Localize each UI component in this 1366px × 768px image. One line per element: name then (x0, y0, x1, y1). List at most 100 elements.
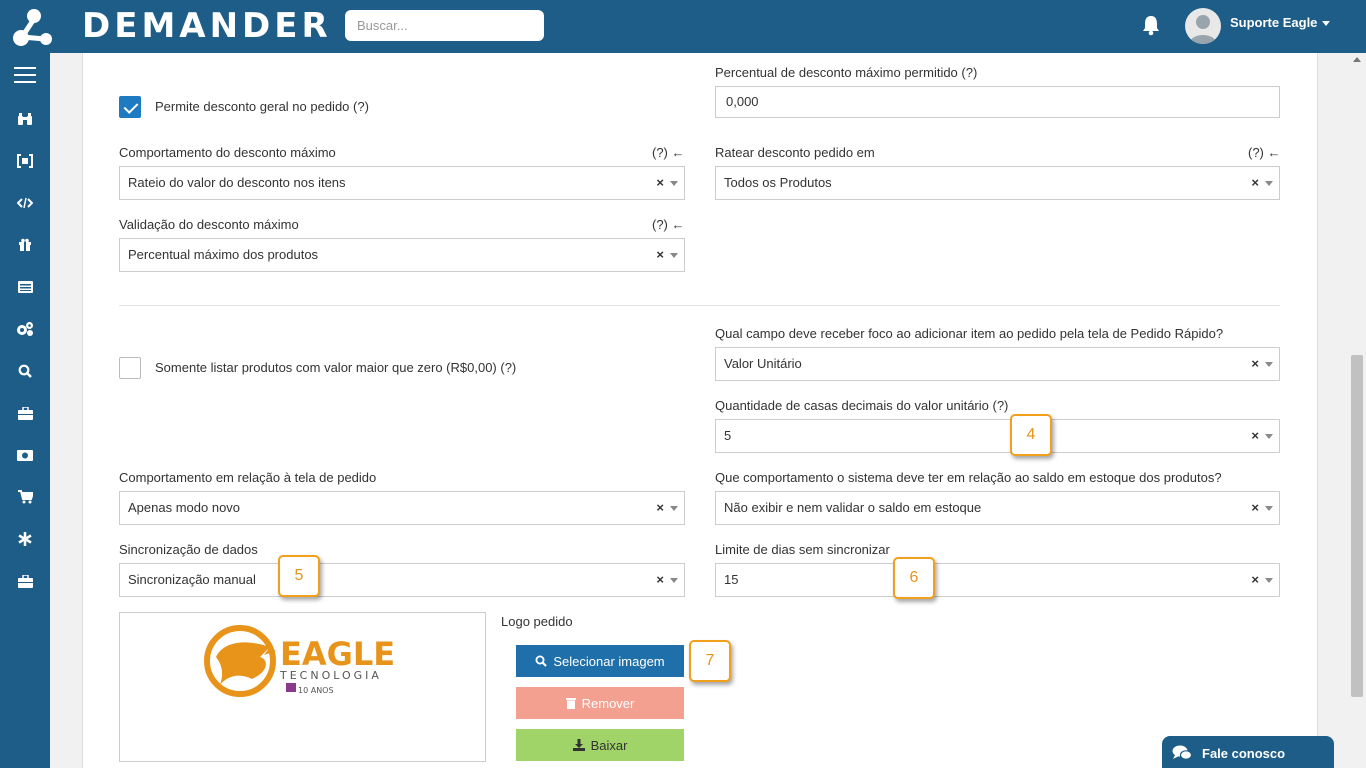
annotation-badge-5: 5 (278, 555, 320, 597)
chevron-down-icon[interactable] (670, 253, 678, 258)
estoque-select[interactable]: Não exibir e nem validar o saldo em esto… (715, 491, 1280, 525)
section-divider (119, 305, 1280, 306)
brackets-icon[interactable] (0, 143, 50, 179)
comportamento-value: Rateio do valor do desconto nos itens (128, 175, 346, 190)
sincronizacao-select[interactable]: Sincronização manual × (119, 563, 685, 597)
sincronizacao-label: Sincronização de dados (119, 542, 258, 557)
clear-icon[interactable]: × (656, 492, 664, 524)
download-image-button[interactable]: Baixar (516, 729, 684, 761)
clear-icon[interactable]: × (1251, 420, 1259, 452)
percentual-label: Percentual de desconto máximo permitido … (715, 65, 978, 80)
foco-value: Valor Unitário (724, 356, 802, 371)
validacao-value: Percentual máximo dos produtos (128, 247, 319, 262)
foco-select[interactable]: Valor Unitário × (715, 347, 1280, 381)
brand-logo[interactable]: DEMANDER (82, 7, 332, 45)
desconto-geral-label: Permite desconto geral no pedido (?) (155, 99, 369, 114)
select-image-label: Selecionar imagem (553, 653, 665, 669)
annotation-badge-6: 6 (893, 557, 935, 599)
annotation-badge-7: 7 (689, 640, 731, 682)
clear-icon[interactable]: × (1251, 348, 1259, 380)
search-icon[interactable] (0, 353, 50, 389)
chevron-down-icon[interactable] (1265, 181, 1273, 186)
clear-icon[interactable]: × (656, 167, 664, 199)
logo-anniversary: 10 ANOS (298, 686, 334, 695)
search-input[interactable] (345, 10, 544, 41)
code-icon[interactable] (0, 185, 50, 221)
hamburger-menu-icon[interactable] (0, 57, 50, 93)
percentual-input[interactable]: 0,000 (715, 86, 1280, 118)
tela-pedido-label: Comportamento em relação à tela de pedid… (119, 470, 377, 485)
binoculars-icon[interactable] (0, 101, 50, 137)
annotation-badge-4: 4 (1010, 414, 1052, 456)
ratear-help[interactable]: (?) ← (1248, 145, 1281, 160)
logo-preview: EAGLE TECNOLOGIA 10 ANOS (119, 612, 486, 762)
chevron-down-icon[interactable] (1265, 434, 1273, 439)
chat-label: Fale conosco (1202, 745, 1286, 761)
briefcase-icon[interactable] (0, 395, 50, 431)
trash-icon (565, 698, 576, 709)
remove-image-label: Remover (581, 695, 635, 711)
money-icon[interactable] (0, 437, 50, 473)
comportamento-help[interactable]: (?) ← (652, 145, 685, 160)
limite-dias-label: Limite de dias sem sincronizar (715, 542, 890, 557)
comportamento-select[interactable]: Rateio do valor do desconto nos itens × (119, 166, 685, 200)
estoque-value: Não exibir e nem validar o saldo em esto… (724, 500, 982, 515)
chevron-down-icon[interactable] (1322, 21, 1330, 26)
casas-decimais-select[interactable]: 5 × (715, 419, 1280, 453)
limite-dias-value: 15 (724, 572, 739, 587)
validacao-select[interactable]: Percentual máximo dos produtos × (119, 238, 685, 272)
foco-label: Qual campo deve receber foco ao adiciona… (715, 326, 1224, 341)
download-image-label: Baixar (590, 737, 628, 753)
chat-bubbles-icon (1172, 745, 1192, 760)
scroll-up-icon[interactable] (1353, 57, 1361, 62)
shopping-cart-icon[interactable] (0, 479, 50, 515)
logo-pedido-label: Logo pedido (501, 614, 573, 629)
chevron-down-icon[interactable] (1265, 362, 1273, 367)
avatar[interactable] (1185, 8, 1221, 44)
chevron-down-icon[interactable] (670, 578, 678, 583)
user-menu-name[interactable]: Suporte Eagle (1230, 15, 1317, 30)
clear-icon[interactable]: × (1251, 492, 1259, 524)
download-icon (572, 739, 585, 751)
briefcase-icon[interactable] (0, 563, 50, 599)
chat-widget-button[interactable]: Fale conosco (1162, 736, 1334, 768)
ratear-label: Ratear desconto pedido em (715, 145, 875, 160)
clear-icon[interactable]: × (656, 239, 664, 271)
scrollbar[interactable] (1348, 53, 1366, 768)
casas-decimais-value: 5 (724, 428, 732, 443)
chevron-down-icon[interactable] (1265, 506, 1273, 511)
bell-icon[interactable] (1140, 14, 1162, 36)
gift-icon[interactable] (0, 227, 50, 263)
scrollbar-thumb[interactable] (1351, 355, 1363, 697)
clear-icon[interactable]: × (1251, 167, 1259, 199)
search-icon (535, 655, 548, 667)
gears-icon[interactable] (0, 311, 50, 347)
chevron-down-icon[interactable] (670, 506, 678, 511)
logo-title: EAGLE (280, 635, 395, 673)
remove-image-button[interactable]: Remover (516, 687, 684, 719)
list-icon[interactable] (0, 269, 50, 305)
top-header: DEMANDER Suporte Eagle (0, 0, 1366, 53)
chevron-down-icon[interactable] (670, 181, 678, 186)
logo-subtitle: TECNOLOGIA (279, 669, 382, 682)
somente-listar-checkbox[interactable] (119, 357, 141, 379)
chevron-down-icon[interactable] (1265, 578, 1273, 583)
somente-listar-label: Somente listar produtos com valor maior … (155, 360, 517, 375)
ratear-value: Todos os Produtos (724, 175, 832, 190)
limite-dias-select[interactable]: 15 × (715, 563, 1280, 597)
sincronizacao-value: Sincronização manual (128, 572, 256, 587)
asterisk-icon[interactable] (0, 521, 50, 557)
desconto-geral-checkbox[interactable] (119, 96, 141, 118)
sidebar (0, 53, 50, 768)
estoque-label: Que comportamento o sistema deve ter em … (715, 470, 1222, 485)
tela-pedido-select[interactable]: Apenas modo novo × (119, 491, 685, 525)
clear-icon[interactable]: × (656, 564, 664, 596)
validacao-help[interactable]: (?) ← (652, 217, 685, 232)
ratear-select[interactable]: Todos os Produtos × (715, 166, 1280, 200)
validacao-label: Validação do desconto máximo (119, 217, 299, 232)
select-image-button[interactable]: Selecionar imagem (516, 645, 684, 677)
eagle-logo-image: EAGLE TECNOLOGIA 10 ANOS (204, 625, 395, 697)
share-nodes-icon[interactable] (12, 5, 54, 49)
clear-icon[interactable]: × (1251, 564, 1259, 596)
comportamento-label: Comportamento do desconto máximo (119, 145, 336, 160)
